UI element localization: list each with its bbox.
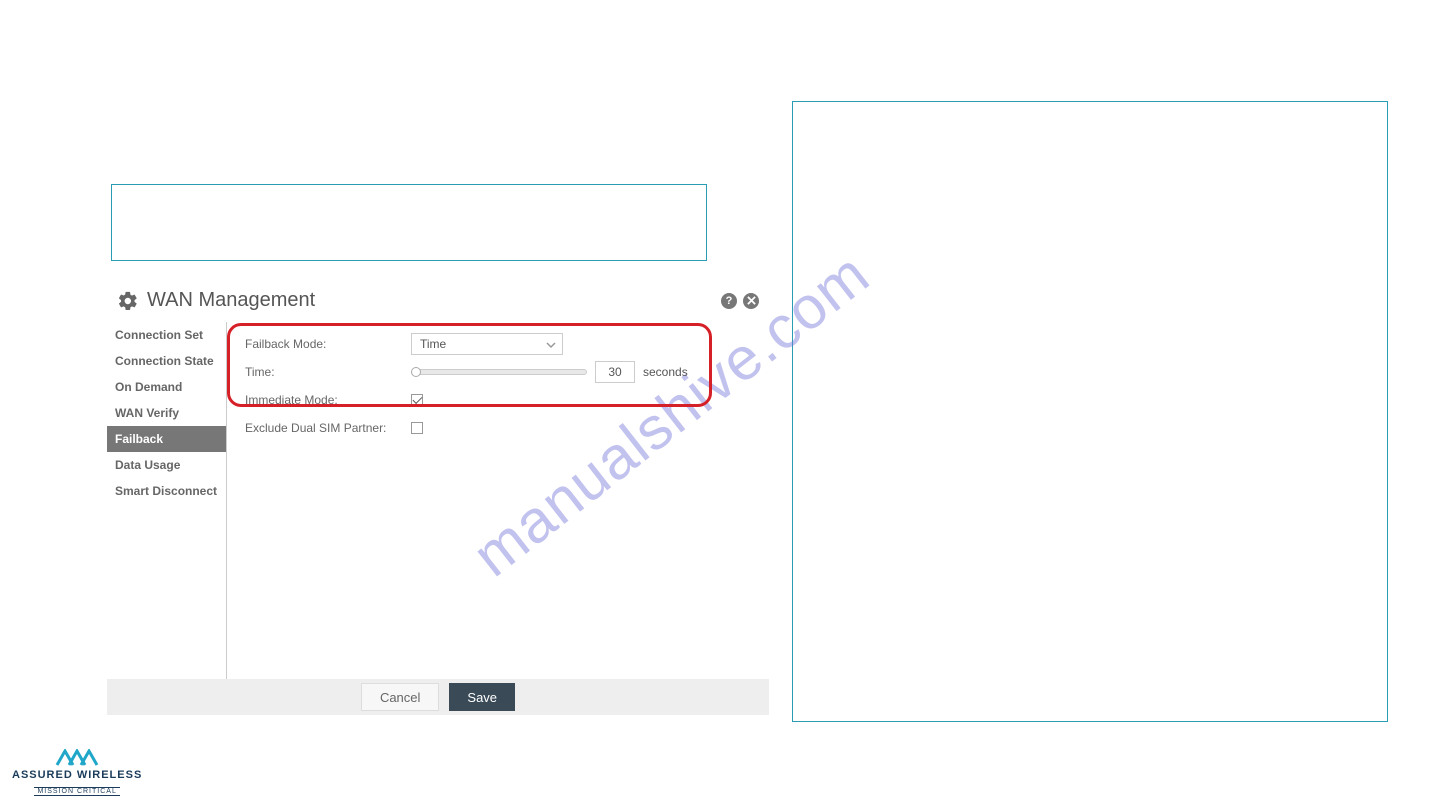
help-icon[interactable]: ? [721, 293, 737, 309]
immediate-mode-label: Immediate Mode: [241, 393, 411, 407]
brand-line1: ASSURED WIRELESS [12, 769, 142, 781]
panel-body: Connection Set Connection State On Deman… [107, 322, 769, 679]
sidebar-item-connection-set[interactable]: Connection Set [107, 322, 226, 348]
top-empty-box [111, 184, 707, 261]
failback-mode-label: Failback Mode: [241, 337, 411, 351]
sidebar-item-label: Connection State [115, 354, 214, 368]
chevron-down-icon [546, 339, 556, 349]
sidebar-item-label: Data Usage [115, 458, 180, 472]
row-exclude-dual-sim: Exclude Dual SIM Partner: [241, 414, 755, 442]
sidebar-item-label: On Demand [115, 380, 182, 394]
time-unit: seconds [643, 365, 688, 379]
sidebar-item-failback[interactable]: Failback [107, 426, 226, 452]
immediate-mode-checkbox[interactable] [411, 394, 423, 406]
sidebar-item-connection-state[interactable]: Connection State [107, 348, 226, 374]
row-immediate-mode: Immediate Mode: [241, 386, 755, 414]
brand-line2: MISSION CRITICAL [34, 787, 119, 796]
page-title: WAN Management [147, 289, 721, 312]
row-time: Time: seconds [241, 358, 755, 386]
header-icons: ? [721, 293, 759, 309]
wan-management-panel: WAN Management ? Connection Set Connecti… [107, 283, 769, 715]
row-failback-mode: Failback Mode: Time [241, 330, 755, 358]
sidebar-item-label: Connection Set [115, 328, 203, 342]
exclude-dual-sim-label: Exclude Dual SIM Partner: [241, 421, 411, 435]
right-empty-box [792, 101, 1388, 722]
form-content: Failback Mode: Time Time: [227, 322, 769, 679]
time-input[interactable] [595, 361, 635, 383]
failback-mode-value: Time [420, 337, 446, 351]
close-icon[interactable] [743, 293, 759, 309]
cancel-button[interactable]: Cancel [361, 683, 439, 711]
sidebar-item-smart-disconnect[interactable]: Smart Disconnect [107, 478, 226, 504]
sidebar-item-label: Failback [115, 432, 163, 446]
footer-bar: Cancel Save [107, 679, 769, 715]
panel-header: WAN Management ? [107, 283, 769, 322]
time-slider[interactable] [411, 369, 587, 375]
brand-logo-icon [53, 749, 101, 767]
save-button[interactable]: Save [449, 683, 515, 711]
sidebar-item-data-usage[interactable]: Data Usage [107, 452, 226, 478]
brand-logo: ASSURED WIRELESS MISSION CRITICAL [12, 749, 142, 796]
time-label: Time: [241, 365, 411, 379]
sidebar-item-label: Smart Disconnect [115, 484, 217, 498]
exclude-dual-sim-checkbox[interactable] [411, 422, 423, 434]
sidebar-item-label: WAN Verify [115, 406, 179, 420]
gear-icon [117, 290, 139, 312]
sidebar-item-on-demand[interactable]: On Demand [107, 374, 226, 400]
sidebar-item-wan-verify[interactable]: WAN Verify [107, 400, 226, 426]
failback-mode-select[interactable]: Time [411, 333, 563, 355]
sidebar: Connection Set Connection State On Deman… [107, 322, 227, 679]
slider-thumb[interactable] [411, 367, 421, 377]
